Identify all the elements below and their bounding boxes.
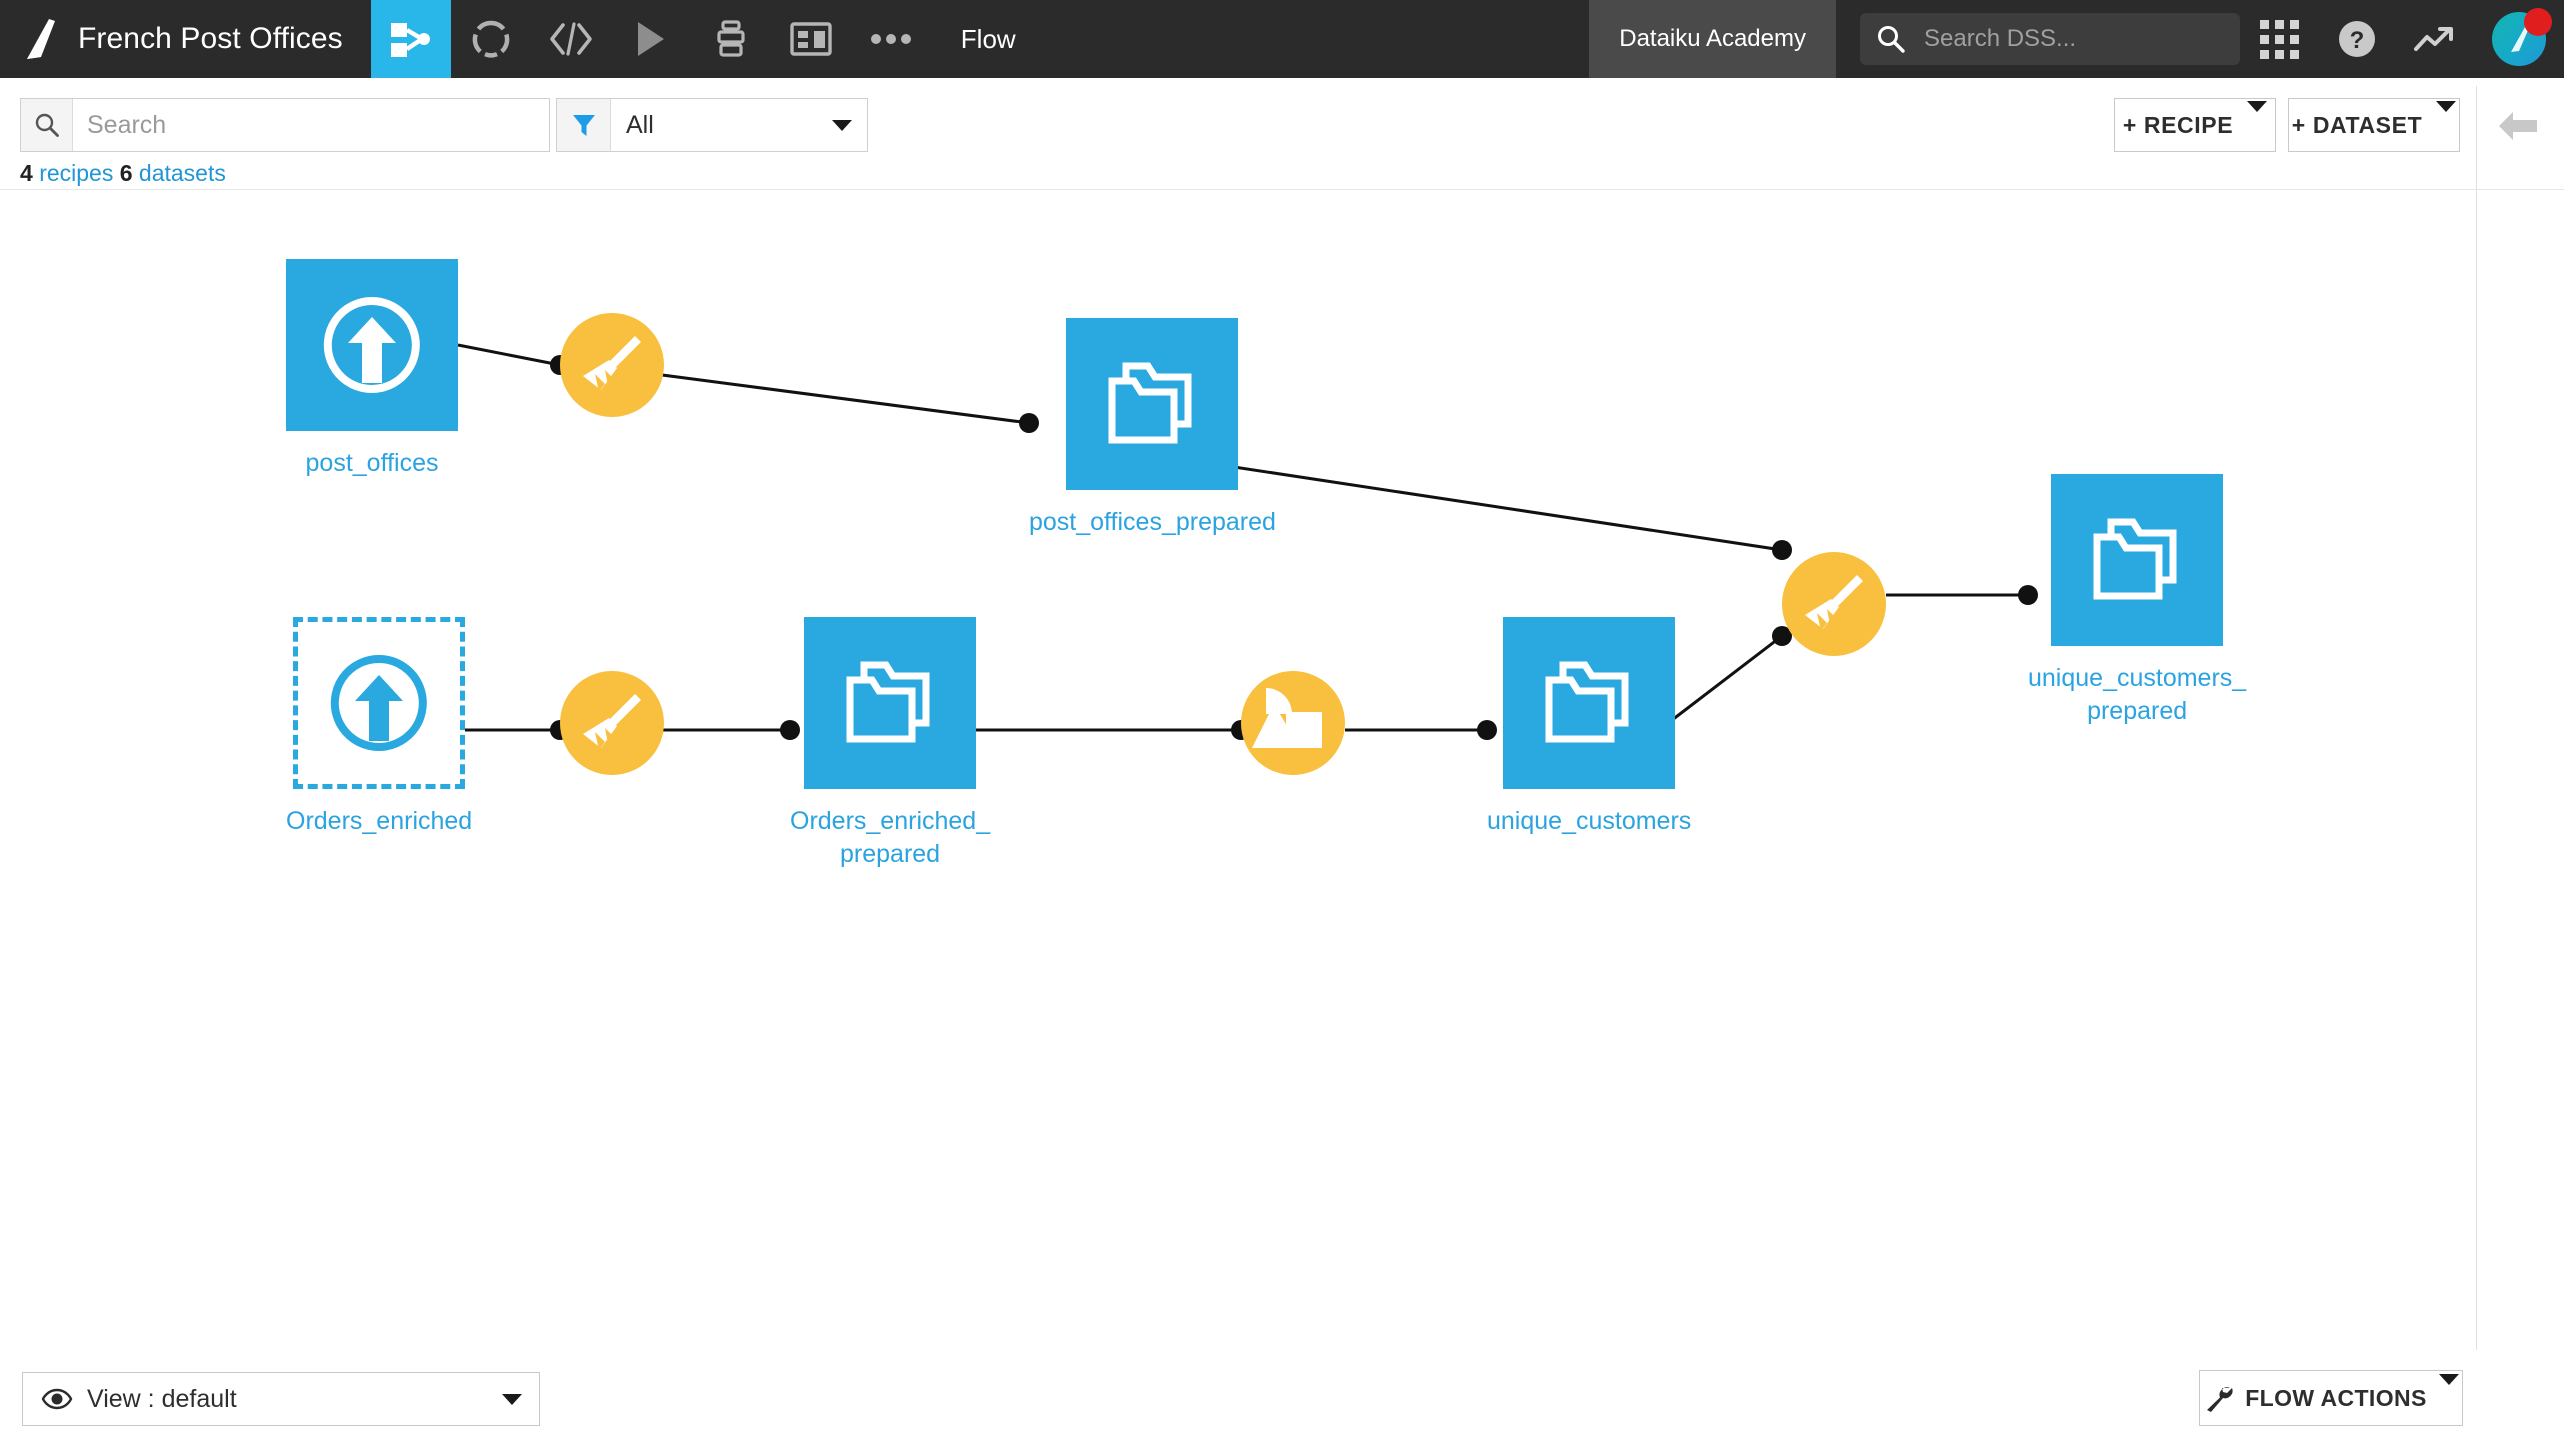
dataset-node-unique-customers[interactable]: unique_customers bbox=[1487, 617, 1691, 838]
dataset-tile[interactable] bbox=[293, 617, 466, 789]
add-recipe-label: + RECIPE bbox=[2122, 111, 2234, 138]
dataset-node-unique-customers-prepared[interactable]: unique_customers_ prepared bbox=[2028, 474, 2246, 728]
recipes-count: 4 bbox=[20, 160, 33, 186]
arrow-left-icon[interactable] bbox=[2496, 104, 2540, 148]
nav-icon-code[interactable] bbox=[531, 0, 611, 78]
broom-recipe-icon bbox=[583, 694, 641, 750]
dataset-node-orders-enriched[interactable]: Orders_enriched bbox=[286, 617, 472, 838]
dataset-tile[interactable] bbox=[1503, 617, 1676, 789]
datasets-count: 6 bbox=[119, 160, 133, 186]
dataiku-logo-icon[interactable] bbox=[0, 0, 78, 78]
upload-dataset-icon bbox=[330, 654, 427, 751]
help-icon[interactable]: ? bbox=[2318, 0, 2396, 78]
activity-icon[interactable] bbox=[2396, 0, 2474, 78]
flow-filter-select[interactable]: All bbox=[556, 98, 868, 152]
folder-dataset-icon bbox=[1108, 362, 1192, 444]
recipes-label[interactable]: recipes bbox=[39, 160, 113, 186]
recipe-node-prepare-3[interactable] bbox=[1782, 552, 1886, 656]
dataset-label[interactable]: post_offices_prepared bbox=[1029, 506, 1276, 539]
dataset-node-post-offices[interactable]: post_offices bbox=[286, 259, 458, 480]
nav-section-label: Flow bbox=[960, 23, 1016, 54]
nav-left-group: French Post Offices Flow bbox=[0, 0, 1042, 78]
broom-recipe-icon bbox=[1805, 575, 1863, 631]
nav-icon-automation[interactable] bbox=[691, 0, 771, 78]
wrench-icon bbox=[2203, 1384, 2233, 1412]
search-icon bbox=[1878, 26, 1905, 53]
nav-icon-more[interactable] bbox=[851, 0, 931, 78]
dataset-tile[interactable] bbox=[1066, 318, 1239, 490]
flow-object-counts: 4 recipes 6 datasets bbox=[20, 160, 226, 187]
dataset-tile[interactable] bbox=[2051, 474, 2224, 646]
recipe-node-prepare-1[interactable] bbox=[560, 313, 664, 417]
search-icon bbox=[21, 99, 73, 151]
dataset-label[interactable]: unique_customers bbox=[1487, 805, 1691, 838]
dataset-tile[interactable] bbox=[286, 259, 458, 431]
flow-search-group[interactable] bbox=[20, 98, 550, 152]
svg-text:?: ? bbox=[2350, 27, 2365, 54]
funnel-icon bbox=[557, 99, 611, 151]
datasets-label[interactable]: datasets bbox=[139, 160, 226, 186]
add-dataset-button[interactable]: + DATASET bbox=[2288, 98, 2460, 152]
nav-icon-flow[interactable] bbox=[370, 0, 451, 78]
dataset-tile[interactable] bbox=[804, 617, 977, 789]
dataset-node-orders-enriched-prepared[interactable]: Orders_enriched_ prepared bbox=[790, 617, 990, 871]
top-navigation-bar: French Post Offices Flow Dataiku Academy… bbox=[0, 0, 2564, 78]
search-dss-placeholder: Search DSS... bbox=[1924, 25, 2077, 52]
flow-actions-button[interactable]: FLOW ACTIONS bbox=[2199, 1370, 2463, 1426]
flow-actions-label: FLOW ACTIONS bbox=[2245, 1384, 2427, 1411]
upload-dataset-icon bbox=[323, 296, 420, 393]
chevron-down-icon bbox=[2438, 1373, 2459, 1412]
folder-dataset-icon bbox=[2093, 518, 2177, 600]
nav-icon-jobs[interactable] bbox=[611, 0, 691, 78]
dataset-node-post-offices-prepared[interactable]: post_offices_prepared bbox=[1029, 318, 1276, 539]
right-panel-divider bbox=[2476, 86, 2477, 1440]
eye-icon bbox=[41, 1388, 73, 1410]
dataset-label[interactable]: unique_customers_ prepared bbox=[2028, 662, 2246, 728]
flow-search-input[interactable] bbox=[73, 99, 549, 151]
chevron-down-icon[interactable] bbox=[485, 1393, 539, 1405]
flow-view-label: View : default bbox=[87, 1384, 237, 1413]
flow-view-select[interactable]: View : default bbox=[22, 1372, 540, 1426]
notification-badge[interactable] bbox=[2524, 8, 2552, 36]
flow-filter-value: All bbox=[626, 110, 654, 139]
dataset-label[interactable]: post_offices bbox=[306, 447, 439, 480]
add-recipe-button[interactable]: + RECIPE bbox=[2114, 98, 2276, 152]
chevron-down-icon bbox=[2247, 100, 2268, 139]
recipe-node-prepare-2[interactable] bbox=[560, 671, 664, 775]
apps-grid-icon[interactable] bbox=[2240, 0, 2318, 78]
broom-recipe-icon bbox=[583, 336, 641, 392]
nav-icon-lab[interactable] bbox=[451, 0, 531, 78]
folder-dataset-icon bbox=[846, 661, 930, 743]
add-dataset-label: + DATASET bbox=[2291, 111, 2423, 138]
nav-icon-dashboards[interactable] bbox=[771, 0, 851, 78]
project-title[interactable]: French Post Offices bbox=[78, 0, 371, 78]
recipe-node-distinct[interactable] bbox=[1241, 671, 1345, 775]
search-dss-input[interactable]: Search DSS... bbox=[1860, 13, 2240, 65]
user-avatar[interactable] bbox=[2474, 0, 2564, 78]
dataset-label[interactable]: Orders_enriched bbox=[286, 805, 472, 838]
distinct-recipe-icon bbox=[1252, 688, 1322, 748]
folder-dataset-icon bbox=[1545, 661, 1629, 743]
nav-right-icon-group: ? bbox=[2240, 0, 2564, 78]
dataiku-academy-button[interactable]: Dataiku Academy bbox=[1589, 0, 1836, 78]
chevron-down-icon[interactable] bbox=[817, 99, 867, 151]
chevron-down-icon bbox=[2436, 100, 2457, 139]
flow-canvas[interactable]: post_offices post_offices_prepared Order… bbox=[0, 190, 2476, 1350]
dataset-label[interactable]: Orders_enriched_ prepared bbox=[790, 805, 990, 871]
